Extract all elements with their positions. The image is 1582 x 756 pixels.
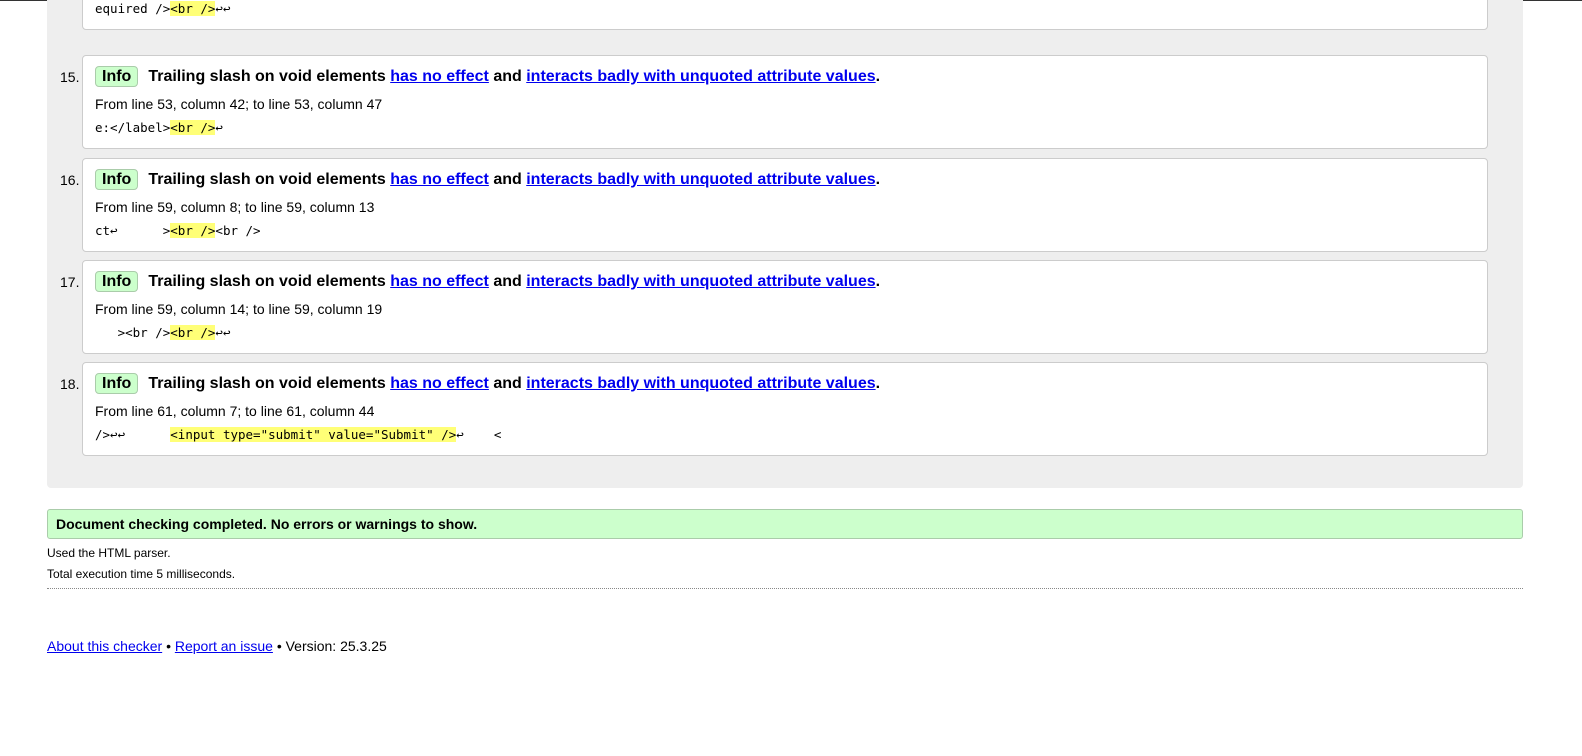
message-text: . xyxy=(875,273,881,290)
info-badge: Info xyxy=(95,66,139,87)
footer: About this checker • Report an issue • V… xyxy=(47,638,387,654)
unquoted-attributes-link[interactable]: interacts badly with unquoted attribute … xyxy=(526,68,875,85)
info-badge: Info xyxy=(95,271,139,292)
message-text: Trailing slash on void elements xyxy=(148,171,386,188)
unquoted-attributes-link[interactable]: interacts badly with unquoted attribute … xyxy=(526,171,875,188)
message-item: 17. Info Trailing slash on void elements … xyxy=(60,260,1488,354)
extract-after: <br /> xyxy=(215,223,261,238)
divider xyxy=(47,588,1523,589)
message-text: Trailing slash on void elements xyxy=(148,68,386,85)
extract-highlight: <br /> xyxy=(170,1,216,16)
message-location: From line 53, column 42; to line 53, col… xyxy=(95,96,383,112)
message-location: From line 61, column 7; to line 61, colu… xyxy=(95,403,375,419)
about-link[interactable]: About this checker xyxy=(47,638,162,654)
message-item: 14. InfoTrailing slash on void elements … xyxy=(82,0,1488,30)
message-item: 16. Info Trailing slash on void elements … xyxy=(60,158,1488,252)
execution-time: Total execution time 5 milliseconds. xyxy=(47,567,236,581)
message-number: 15. xyxy=(60,69,80,85)
extract-before: equired /> xyxy=(95,1,171,16)
message-title: Info Trailing slash on void elements has … xyxy=(95,169,880,191)
message-text: . xyxy=(875,375,881,392)
message-text: Trailing slash on void elements xyxy=(148,375,386,392)
version: Version: 25.3.25 xyxy=(285,638,387,654)
extract-before: e:</label> xyxy=(95,120,171,135)
message-text: and xyxy=(493,68,522,85)
code-extract: equired /><br />↩↩ xyxy=(95,1,230,16)
message-number: 16. xyxy=(60,172,80,188)
extract-after: ↩ < xyxy=(456,427,502,442)
extract-highlight: <br /> xyxy=(170,223,216,238)
message-location: From line 59, column 8; to line 59, colu… xyxy=(95,199,375,215)
unquoted-attributes-link[interactable]: interacts badly with unquoted attribute … xyxy=(526,273,875,290)
has-no-effect-link[interactable]: has no effect xyxy=(390,375,489,392)
extract-after: ↩↩ xyxy=(215,325,231,340)
code-extract: />↩↩ <input type="submit" value="Submit"… xyxy=(95,427,501,442)
message-text: and xyxy=(493,375,522,392)
extract-highlight: <input type="submit" value="Submit" /> xyxy=(170,427,457,442)
summary-message: Document checking completed. No errors o… xyxy=(47,509,1523,539)
message-text: and xyxy=(493,171,522,188)
message-text: and xyxy=(493,273,522,290)
code-extract: ct↩ ><br /><br /> xyxy=(95,223,261,238)
results-list: 14. InfoTrailing slash on void elements … xyxy=(47,0,1523,488)
message-number: 17. xyxy=(60,274,80,290)
message-title: Info Trailing slash on void elements has … xyxy=(95,373,880,395)
message-item: 18. Info Trailing slash on void elements … xyxy=(60,362,1488,456)
message-text: Trailing slash on void elements xyxy=(148,273,386,290)
parser-info: Used the HTML parser. xyxy=(47,546,171,560)
extract-before: ct↩ > xyxy=(95,223,171,238)
extract-after: ↩↩ xyxy=(215,1,231,16)
extract-after: ↩ xyxy=(215,120,223,135)
info-badge: Info xyxy=(95,373,139,394)
message-text: . xyxy=(875,171,881,188)
message-number: 18. xyxy=(60,376,80,392)
message-location: From line 59, column 14; to line 59, col… xyxy=(95,301,383,317)
has-no-effect-link[interactable]: has no effect xyxy=(390,68,489,85)
info-badge: Info xyxy=(95,169,139,190)
separator: • xyxy=(276,638,282,654)
message-item: 15. Info Trailing slash on void elements … xyxy=(60,55,1488,149)
unquoted-attributes-link[interactable]: interacts badly with unquoted attribute … xyxy=(526,375,875,392)
message-text: . xyxy=(875,68,881,85)
has-no-effect-link[interactable]: has no effect xyxy=(390,171,489,188)
code-extract: ><br /><br />↩↩ xyxy=(95,325,230,340)
has-no-effect-link[interactable]: has no effect xyxy=(390,273,489,290)
report-issue-link[interactable]: Report an issue xyxy=(175,638,273,654)
code-extract: e:</label><br />↩ xyxy=(95,120,223,135)
extract-highlight: <br /> xyxy=(170,325,216,340)
extract-highlight: <br /> xyxy=(170,120,216,135)
message-title: Info Trailing slash on void elements has … xyxy=(95,271,880,293)
separator: • xyxy=(166,638,171,654)
extract-before: />↩↩ xyxy=(95,427,171,442)
extract-before: ><br /> xyxy=(95,325,171,340)
message-title: Info Trailing slash on void elements has … xyxy=(95,66,880,88)
